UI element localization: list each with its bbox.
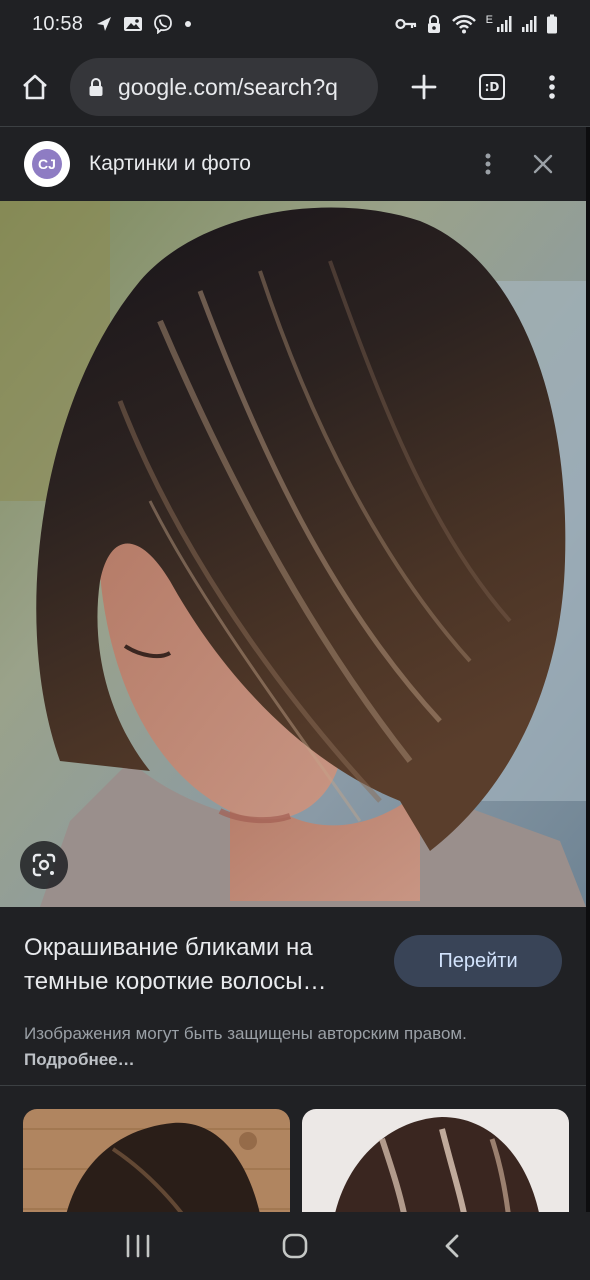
gallery-icon <box>124 17 143 31</box>
site-logo-text: CJ <box>32 149 62 179</box>
more-vert-icon <box>485 153 491 175</box>
back-button[interactable] <box>412 1216 492 1276</box>
status-time: 10:58 <box>32 12 84 35</box>
signal-icon <box>522 16 537 32</box>
secure-lock-icon <box>88 77 104 97</box>
signal-icon <box>497 16 512 32</box>
network-type-label: E <box>485 13 493 26</box>
close-icon <box>533 154 553 174</box>
wifi-icon <box>451 15 476 34</box>
copyright-text: Изображения могут быть защищены авторски… <box>24 1024 467 1043</box>
home-circle-icon <box>282 1233 308 1259</box>
panel-close-button[interactable] <box>508 134 578 194</box>
tab-switcher-button[interactable]: :D <box>470 48 514 126</box>
key-icon <box>395 18 416 30</box>
info-divider <box>0 1085 586 1086</box>
lens-icon <box>32 853 56 877</box>
title-row: Окрашивание бликами на темные короткие в… <box>24 931 562 999</box>
lock-icon <box>427 15 440 33</box>
recent-apps-button[interactable] <box>98 1216 178 1276</box>
home-icon <box>23 74 47 100</box>
copyright-notice: Изображения могут быть защищены авторски… <box>24 1021 494 1073</box>
status-notification-icons <box>95 14 193 34</box>
result-info: Окрашивание бликами на темные короткие в… <box>0 907 586 1073</box>
related-image-thumbnail[interactable] <box>23 1109 290 1212</box>
browser-toolbar: google.com/search?q :D <box>0 48 590 126</box>
url-text: google.com/search?q <box>118 73 338 100</box>
panel-header: CJ Картинки и фото <box>0 127 586 201</box>
viber-icon <box>154 14 172 34</box>
status-system-icons: E <box>395 14 558 34</box>
related-images <box>23 1109 569 1212</box>
tab-count: :D <box>479 74 505 100</box>
browser-menu-button[interactable] <box>514 48 590 126</box>
panel-title: Картинки и фото <box>89 152 251 175</box>
result-title[interactable]: Окрашивание бликами на темные короткие в… <box>24 931 394 999</box>
image-viewer-panel: CJ Картинки и фото Окрашивание бликами н… <box>0 127 586 1212</box>
main-image[interactable] <box>0 201 586 907</box>
recent-apps-icon <box>127 1234 150 1258</box>
home-nav-button[interactable] <box>255 1216 335 1276</box>
new-tab-button[interactable] <box>378 48 470 126</box>
back-arrow-icon <box>445 1234 459 1258</box>
status-bar: 10:58 E <box>0 0 590 48</box>
site-logo: CJ <box>24 141 70 187</box>
home-button[interactable] <box>0 48 70 126</box>
plus-icon <box>411 74 437 100</box>
edge-strip <box>586 127 590 1212</box>
more-vert-icon <box>549 75 555 99</box>
url-bar[interactable]: google.com/search?q <box>70 58 378 116</box>
related-image-thumbnail[interactable] <box>302 1109 569 1212</box>
visit-button[interactable]: Перейти <box>394 935 562 987</box>
dot-icon <box>185 21 192 27</box>
battery-icon <box>547 14 557 34</box>
navigation-icon <box>97 17 112 31</box>
panel-more-button[interactable] <box>468 134 508 194</box>
system-navigation-bar <box>0 1212 590 1280</box>
learn-more-link[interactable]: Подробнее… <box>24 1050 135 1069</box>
google-lens-button[interactable] <box>20 841 68 889</box>
